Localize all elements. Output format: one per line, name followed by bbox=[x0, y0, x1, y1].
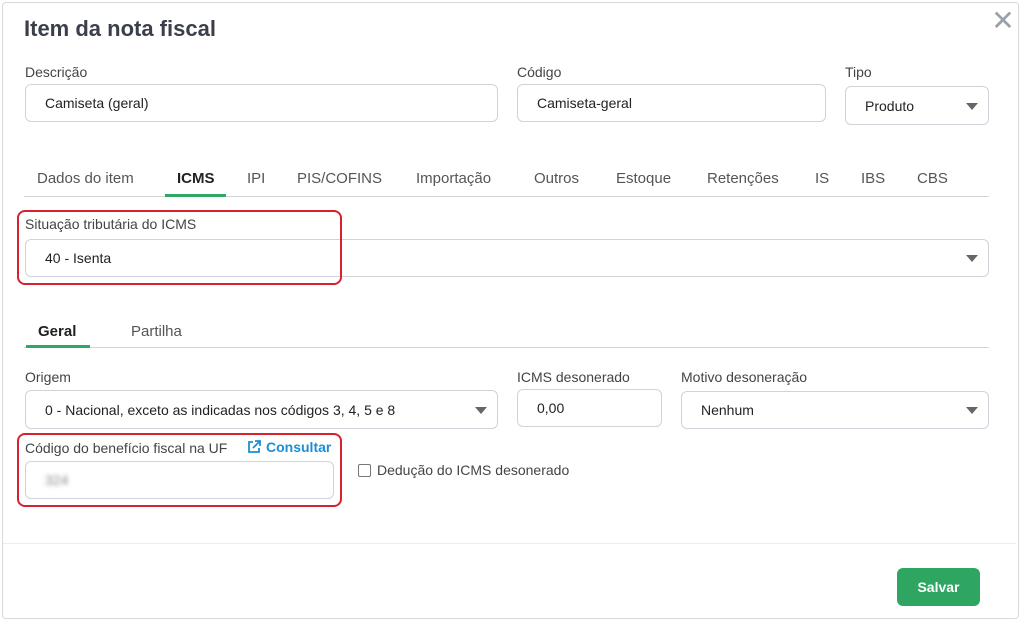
motivo-label: Motivo desoneração bbox=[681, 369, 808, 385]
subtab-partilha[interactable]: Partilha bbox=[131, 323, 182, 340]
motivo-value: Nenhum bbox=[701, 402, 754, 418]
tab-importacao[interactable]: Importação bbox=[416, 170, 491, 187]
tab-ibs[interactable]: IBS bbox=[861, 170, 885, 187]
tab-ipi[interactable]: IPI bbox=[247, 170, 265, 187]
origem-label: Origem bbox=[25, 369, 71, 385]
tipo-label: Tipo bbox=[845, 64, 872, 80]
origem-select[interactable]: 0 - Nacional, exceto as indicadas nos có… bbox=[25, 390, 498, 429]
icms-desonerado-input[interactable]: 0,00 bbox=[517, 389, 662, 427]
origem-value: 0 - Nacional, exceto as indicadas nos có… bbox=[45, 401, 396, 418]
tab-retencoes[interactable]: Retenções bbox=[707, 170, 779, 187]
tab-icms[interactable]: ICMS bbox=[177, 170, 215, 187]
tipo-value: Produto bbox=[865, 97, 915, 114]
chevron-down-icon bbox=[475, 406, 487, 414]
active-tab-indicator bbox=[165, 194, 226, 197]
subtab-geral[interactable]: Geral bbox=[38, 323, 76, 340]
tab-is[interactable]: IS bbox=[815, 170, 829, 187]
codigo-value: Camiseta-geral bbox=[537, 95, 632, 111]
motivo-select[interactable]: Nenhum bbox=[681, 391, 989, 429]
highlight-beneficio bbox=[17, 433, 342, 507]
chevron-down-icon bbox=[966, 255, 978, 262]
icms-desonerado-value: 0,00 bbox=[537, 400, 565, 416]
descricao-value: Camiseta (geral) bbox=[45, 95, 149, 111]
tipo-select[interactable]: Produto bbox=[845, 86, 989, 125]
icms-desonerado-label: ICMS desonerado bbox=[517, 369, 630, 385]
footer-divider bbox=[3, 543, 1016, 544]
tab-estoque[interactable]: Estoque bbox=[616, 170, 671, 187]
modal-title: Item da nota fiscal bbox=[24, 16, 216, 41]
highlight-situacao bbox=[17, 210, 342, 285]
deducao-row[interactable]: Dedução do ICMS desonerado bbox=[358, 462, 569, 478]
chevron-down-icon bbox=[966, 407, 978, 414]
save-button[interactable]: Salvar bbox=[897, 568, 980, 606]
tab-pis-cofins[interactable]: PIS/COFINS bbox=[297, 170, 382, 187]
chevron-down-icon bbox=[966, 102, 978, 110]
tab-outros[interactable]: Outros bbox=[534, 170, 579, 187]
descricao-input[interactable]: Camiseta (geral) bbox=[25, 84, 498, 122]
sub-tabs: Geral Partilha bbox=[24, 317, 989, 348]
deducao-checkbox[interactable] bbox=[358, 463, 371, 477]
main-tabs: Dados do item ICMS IPI PIS/COFINS Import… bbox=[24, 164, 989, 197]
deducao-label: Dedução do ICMS desonerado bbox=[377, 462, 570, 478]
tab-cbs[interactable]: CBS bbox=[917, 170, 948, 187]
active-subtab-indicator bbox=[26, 345, 90, 348]
tab-dados-do-item[interactable]: Dados do item bbox=[37, 170, 134, 187]
codigo-label: Código bbox=[517, 64, 562, 80]
codigo-input[interactable]: Camiseta-geral bbox=[517, 84, 826, 122]
close-icon[interactable]: ✕ bbox=[990, 7, 1016, 35]
descricao-label: Descrição bbox=[25, 64, 88, 80]
